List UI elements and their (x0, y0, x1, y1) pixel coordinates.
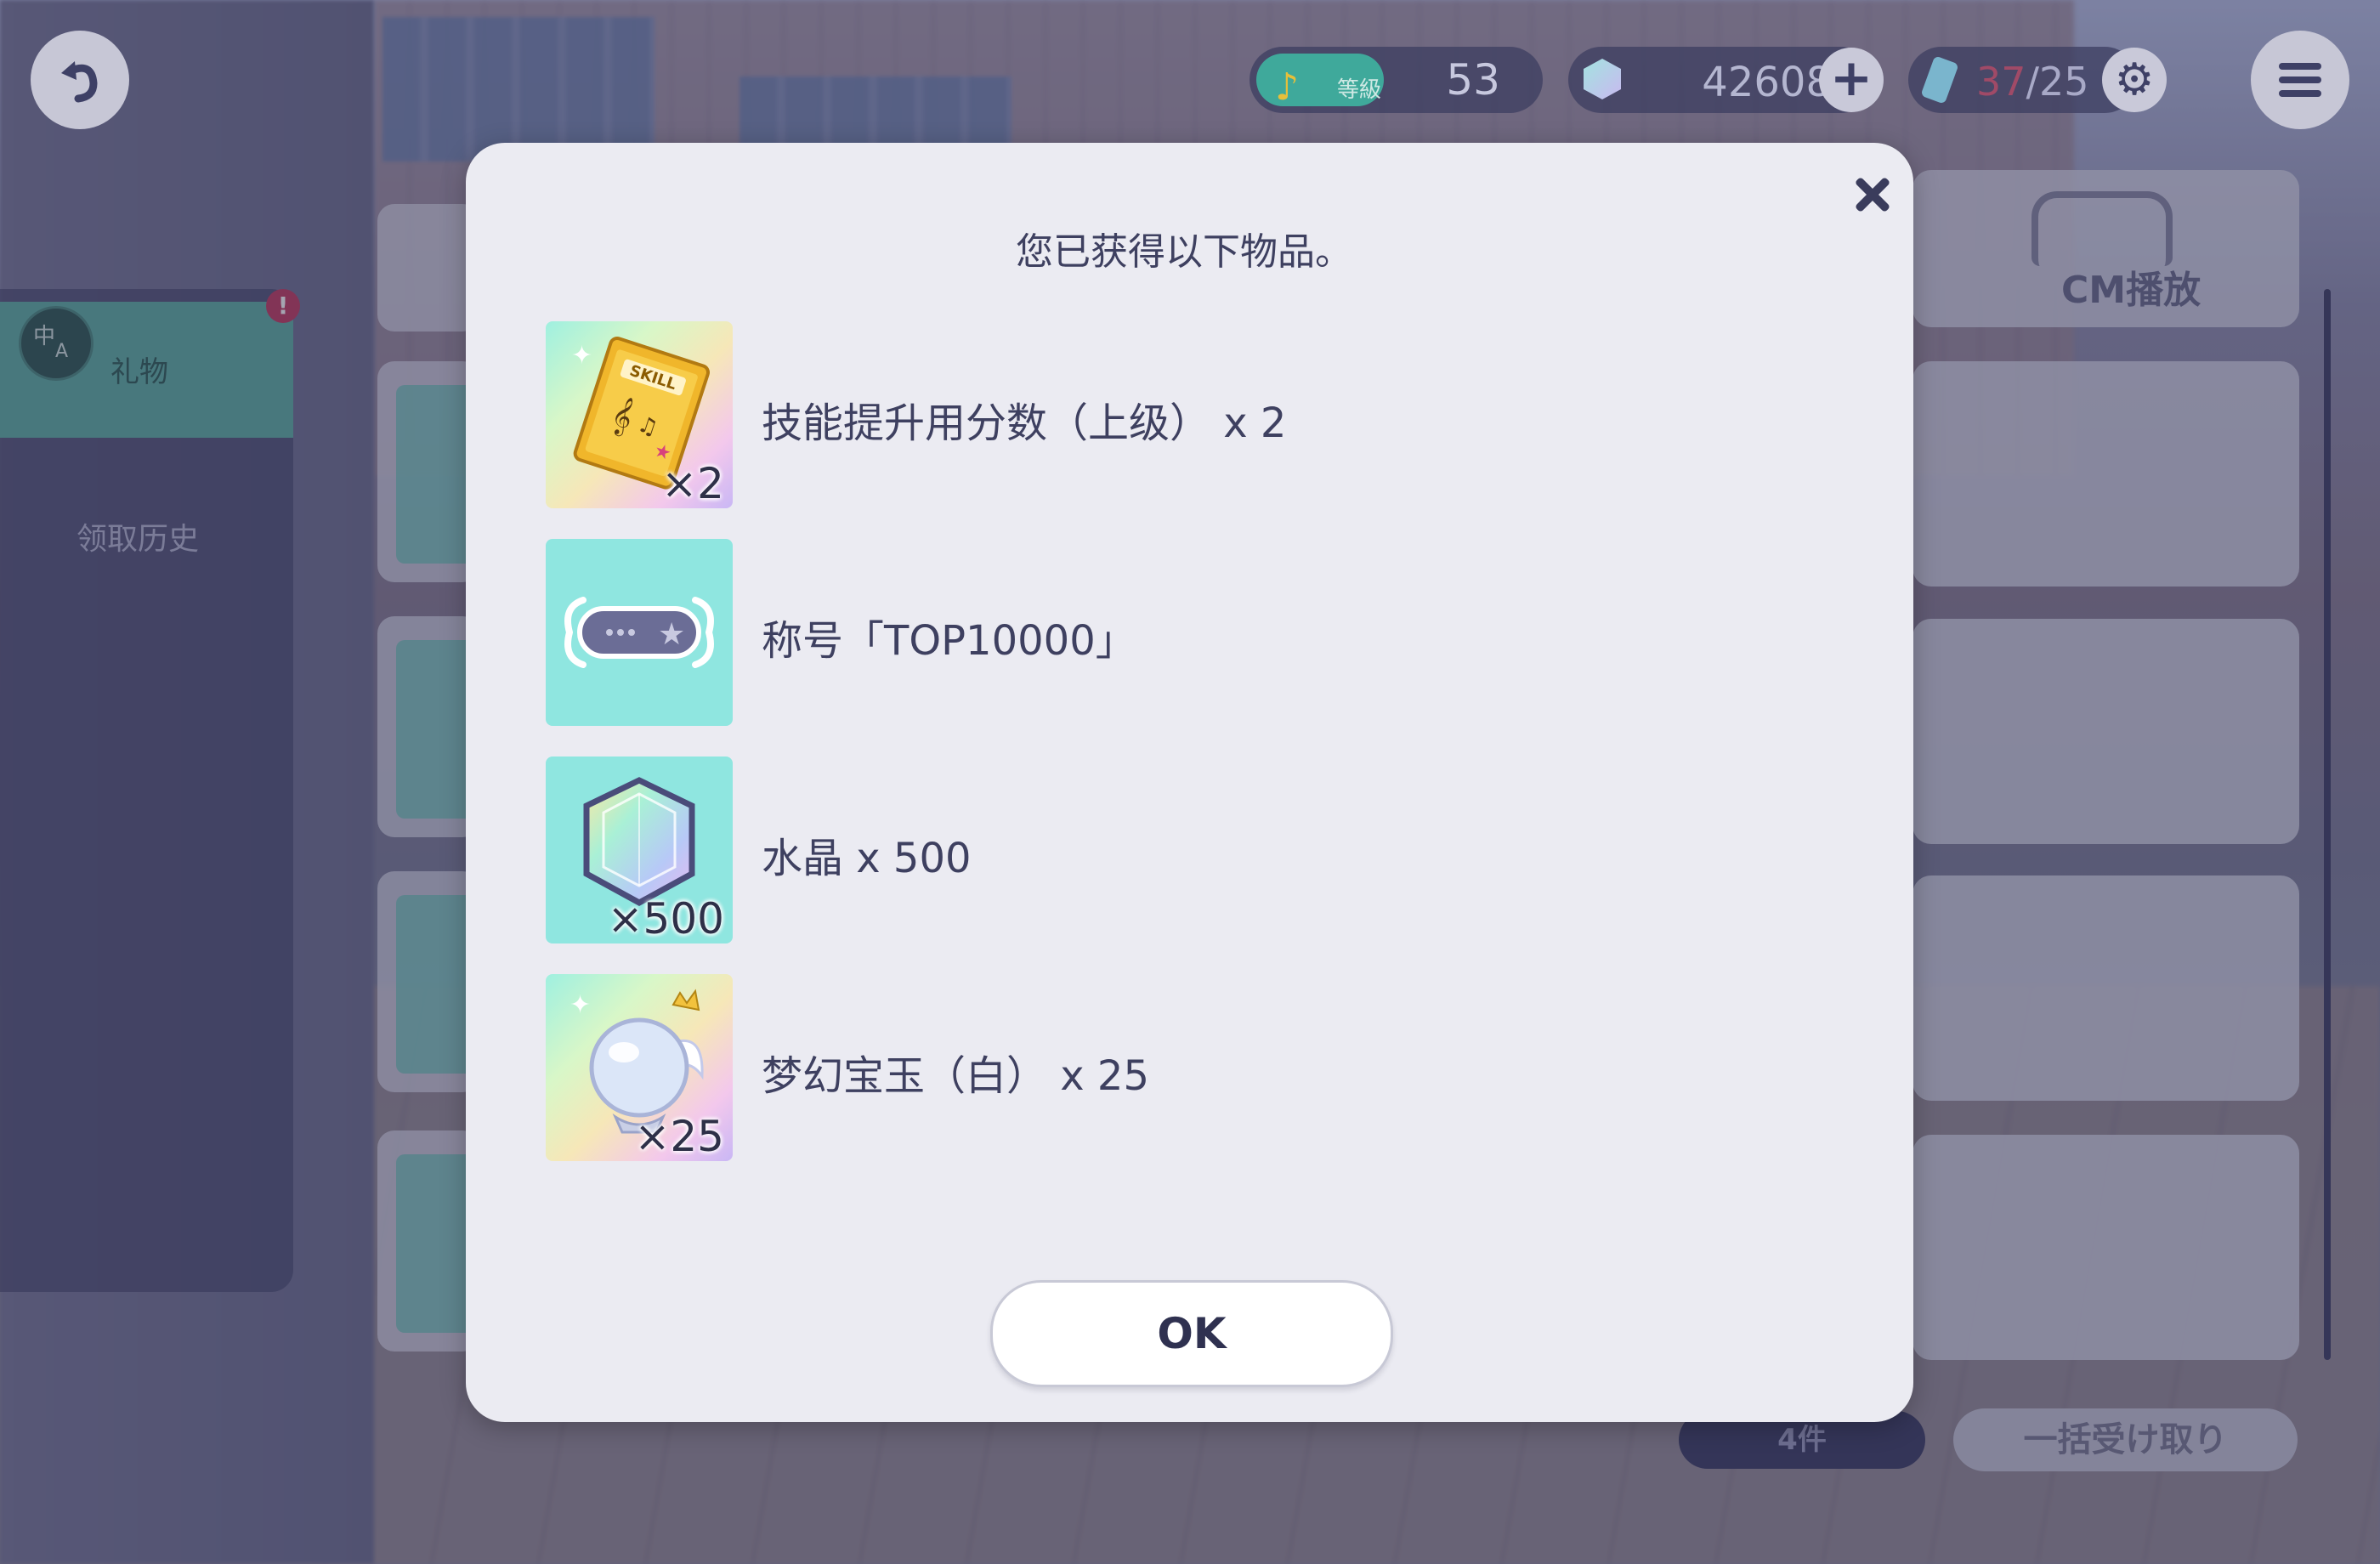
stamina-value: 37/25 (1976, 59, 2089, 105)
back-button[interactable] (31, 31, 129, 129)
item-quantity: ×2 (661, 459, 724, 508)
level-label: 等級 (1337, 77, 1382, 103)
reward-item: ×500 水晶 x 500 (546, 756, 1821, 945)
item-quantity: ×500 (607, 894, 724, 944)
level-value: 53 (1446, 55, 1500, 105)
menu-button[interactable] (2251, 31, 2349, 129)
close-icon[interactable] (1841, 162, 1909, 230)
gear-icon[interactable]: ⚙ (2102, 48, 2167, 112)
stamina-icon (1920, 55, 1959, 105)
menu-icon (2279, 63, 2321, 70)
crystal-icon (1584, 59, 1621, 99)
item-name: 梦幻宝玉（白） x 25 (762, 1052, 1150, 1100)
add-crystal-button[interactable]: + (1819, 48, 1884, 112)
item-name: 水晶 x 500 (762, 835, 972, 882)
item-quantity: ×25 (634, 1112, 724, 1161)
back-arrow-icon (61, 61, 98, 103)
svg-text:✦: ✦ (571, 341, 592, 371)
reward-item: ✦ SKILL 𝄞 ♫ ★ ×2 技能提升用分数（上级） x 2 (546, 321, 1821, 510)
reward-item: ★ 称号「TOP10000」 (546, 539, 1821, 728)
item-name: 技能提升用分数（上级） x 2 (762, 400, 1287, 447)
dialog-title: 您已获得以下物品。 (1016, 230, 1352, 274)
level-badge: ♪ 等級 (1256, 54, 1384, 109)
reward-item: ✦ ×25 梦幻宝玉（白） x 25 (546, 974, 1821, 1163)
music-note-icon: ♪ (1275, 65, 1300, 109)
item-name: 称号「TOP10000」 (762, 617, 1136, 665)
svg-text:★: ★ (658, 617, 685, 652)
skill-score-icon: ✦ SKILL 𝄞 ♫ ★ ×2 (546, 321, 733, 508)
title-badge-icon: ★ (546, 539, 733, 726)
reward-dialog: 您已获得以下物品。 ✦ SKILL 𝄞 ♫ ★ ×2 技能提升用分数（上级） x… (466, 143, 1913, 1422)
dream-orb-icon: ✦ ×25 (546, 974, 733, 1161)
crystal-value: 42608 (1702, 59, 1832, 106)
svg-text:✦: ✦ (570, 990, 591, 1020)
crystal-icon: ×500 (546, 756, 733, 944)
ok-button[interactable]: OK (990, 1280, 1393, 1387)
player-level: ♪ 等級 53 (1250, 47, 1543, 113)
